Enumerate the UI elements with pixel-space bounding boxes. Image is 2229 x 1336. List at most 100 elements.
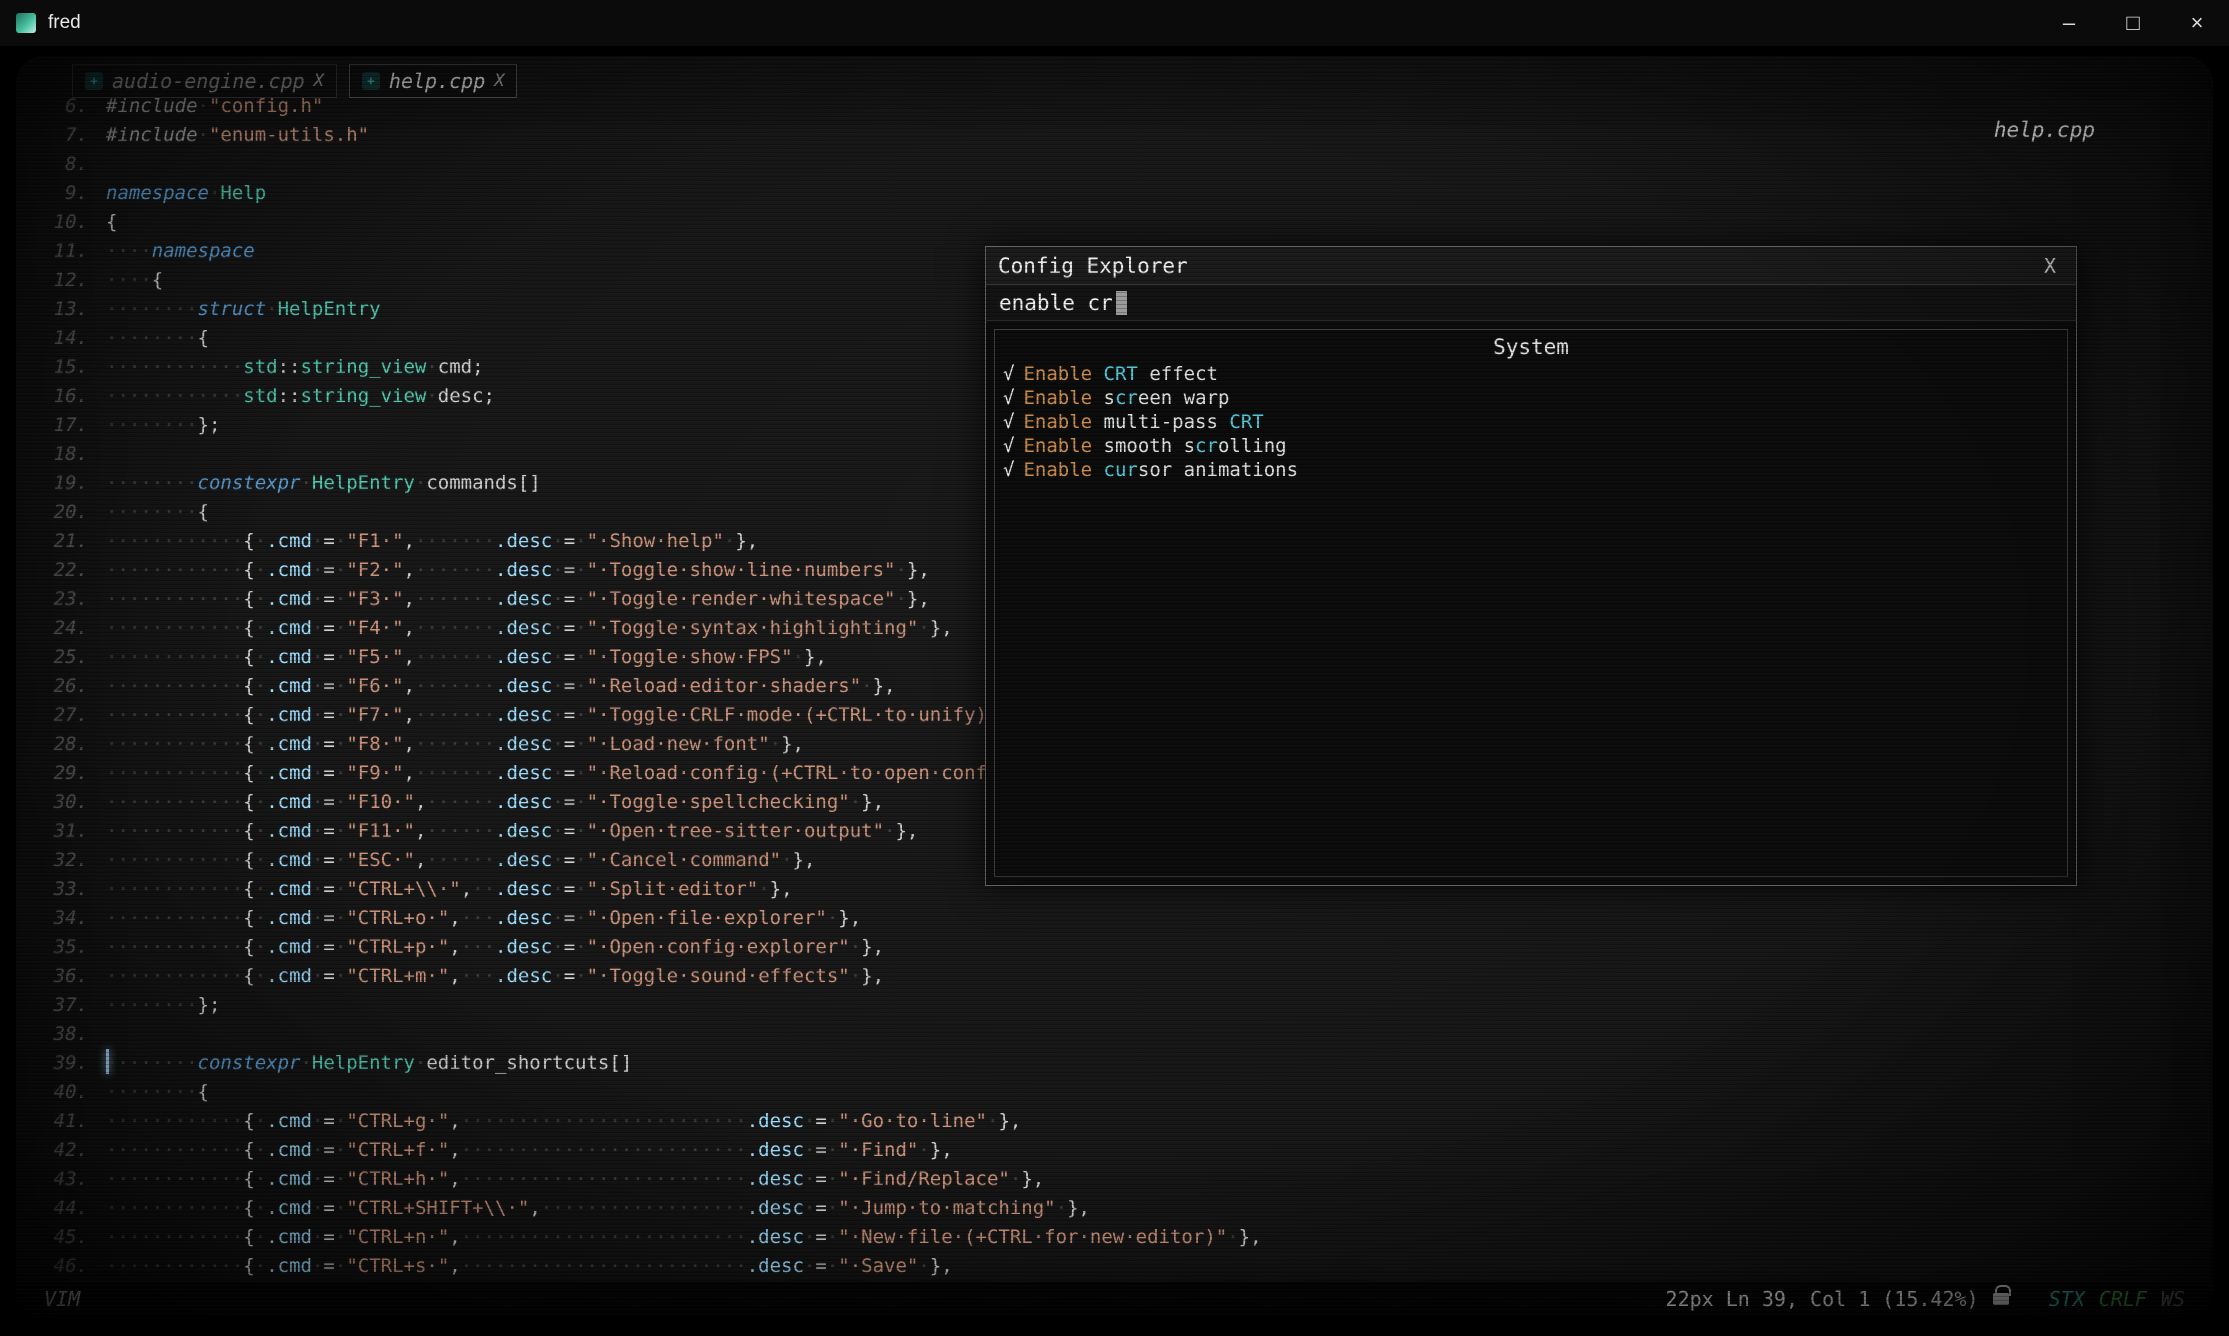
code-line-text: ····namespace [106,237,255,266]
line-number: 31. [30,817,88,846]
line-number: 22. [30,556,88,585]
line-number: 42. [30,1136,88,1165]
code-line: 36.············{·.cmd·=·"CTRL+m·",···.de… [30,962,1262,991]
line-number: 19. [30,469,88,498]
code-line-text: ········struct·HelpEntry [106,295,381,324]
code-line-text: ············{·.cmd·=·"F6·",·······.desc·… [106,672,896,701]
code-line: 37.········}; [30,991,1262,1020]
line-number: 35. [30,933,88,962]
code-line-text: ············std::string_view·cmd; [106,353,484,382]
status-flags: STXCRLFWS [2049,1287,2185,1311]
editor-screen: +audio-engine.cppX+help.cppX help.cpp 6.… [0,46,2229,1336]
line-number: 45. [30,1223,88,1252]
lock-icon [1993,1293,2009,1305]
tab-close-icon[interactable]: X [494,71,504,91]
line-number: 26. [30,672,88,701]
code-line-text: { [106,208,117,237]
config-explorer-panel: Config Explorer X enable cr System √Enab… [985,246,2077,886]
code-line-text: ····{ [106,266,163,295]
line-number: 38. [30,1020,88,1049]
minimize-button[interactable]: – [2037,0,2101,46]
code-line-text: ············{·.cmd·=·"F9·",·······.desc·… [106,759,1067,788]
window-controls: – □ × [2037,0,2229,46]
code-line-text: ············{·.cmd·=·"CTRL+p·",···.desc·… [106,933,884,962]
line-number: 30. [30,788,88,817]
line-number: 27. [30,701,88,730]
config-close-icon[interactable]: X [2036,254,2064,278]
checkmark-icon: √ [1003,362,1014,386]
code-line-text: ············{·.cmd·=·"CTRL+o·",···.desc·… [106,904,861,933]
code-line-text: ········}; [106,411,220,440]
line-number: 25. [30,643,88,672]
checkmark-icon: √ [1003,458,1014,482]
cpp-file-icon: + [362,72,380,90]
config-explorer-title: Config Explorer [998,254,1188,278]
line-number: 28. [30,730,88,759]
config-item[interactable]: √Enable multi-pass CRT [1003,410,2059,434]
code-line-text: ············{·.cmd·=·"F7·",·······.desc·… [106,701,1033,730]
code-line-text: ············{·.cmd·=·"F11·",······.desc·… [106,817,918,846]
line-number: 41. [30,1107,88,1136]
config-section-header: System [1003,332,2059,362]
code-line-text: ············{·.cmd·=·"F10·",······.desc·… [106,788,884,817]
active-file-indicator: help.cpp [1994,118,2095,142]
window-title: fred [48,12,81,34]
code-line-text: namespace·Help [106,179,266,208]
checkmark-icon: √ [1003,410,1014,434]
line-number: 21. [30,527,88,556]
line-number: 34. [30,904,88,933]
titlebar: fred – □ × [0,0,2229,46]
config-item[interactable]: √Enable screen warp [1003,386,2059,410]
code-line-text: ············{·.cmd·=·"F2·",·······.desc·… [106,556,930,585]
tab-help.cpp[interactable]: + help.cpp X [349,64,518,98]
code-line: 44.············{·.cmd·=·"CTRL+SHIFT+\\·"… [30,1194,1262,1223]
line-number: 11. [30,237,88,266]
checkmark-icon: √ [1003,386,1014,410]
line-number: 20. [30,498,88,527]
code-line-text: #include·"enum-utils.h" [106,121,369,150]
config-item-list: √Enable CRT effect√Enable screen warp√En… [1003,362,2059,482]
config-results-box: System √Enable CRT effect√Enable screen … [994,329,2068,877]
line-number: 10. [30,208,88,237]
config-search-input[interactable]: enable cr [986,285,2076,321]
config-item[interactable]: √Enable CRT effect [1003,362,2059,386]
line-number: 15. [30,353,88,382]
code-line: 34. ············{·.cmd·=·"CTRL+o·",···.de… [30,904,1262,933]
line-number: 14. [30,324,88,353]
line-number: 40. [30,1078,88,1107]
maximize-button[interactable]: □ [2101,0,2165,46]
line-number: 29. [30,759,88,788]
line-number: 32. [30,846,88,875]
code-line-text: ············{·.cmd·=·"CTRL+n·",·········… [106,1223,1262,1252]
code-line: 39.········constexpr·HelpEntry·editor_sh… [30,1049,1262,1078]
code-line: 42. ············{·.cmd·=·"CTRL+f·",······… [30,1136,1262,1165]
code-line: 45. ············{·.cmd·=·"CTRL+n·",······… [30,1223,1262,1252]
tab-label: help.cpp [389,69,485,93]
config-explorer-titlebar: Config Explorer X [986,247,2076,285]
code-line-text: ············{·.cmd·=·"F3·",·······.desc·… [106,585,930,614]
code-line-text: ············{·.cmd·=·"F1·",·······.desc·… [106,527,758,556]
close-button[interactable]: × [2165,0,2229,46]
code-line: 7.#include·"enum-utils.h" [30,121,1262,150]
status-flag-ws: WS [2161,1287,2185,1311]
tab-audio-engine.cpp[interactable]: +audio-engine.cppX [72,64,337,98]
code-line-text: ············{·.cmd·=·"CTRL+s·",·········… [106,1252,953,1281]
code-line: 8. [30,150,1262,179]
line-number: 33. [30,875,88,904]
code-line-text: ············{·.cmd·=·"CTRL+\\·",··.desc·… [106,875,793,904]
cpp-file-icon: + [85,72,103,90]
code-line-text: ············{·.cmd·=·"F8·",·······.desc·… [106,730,804,759]
config-item[interactable]: √Enable smooth scrolling [1003,434,2059,458]
line-number: 9. [30,179,88,208]
tab-close-icon[interactable]: X [314,71,324,91]
code-line-text: ············{·.cmd·=·"F4·",·······.desc·… [106,614,953,643]
code-line-text: ············{·.cmd·=·"CTRL+f·",·········… [106,1136,953,1165]
crt-display: +audio-engine.cppX+help.cppX help.cpp 6.… [16,56,2213,1316]
code-line-text: ········}; [106,991,220,1020]
code-line: 10. { [30,208,1262,237]
line-number: 46. [30,1252,88,1281]
line-number: 43. [30,1165,88,1194]
code-line-text: ········{ [106,1078,209,1107]
code-line-text: ········{ [106,324,209,353]
config-item[interactable]: √Enable cursor animations [1003,458,2059,482]
